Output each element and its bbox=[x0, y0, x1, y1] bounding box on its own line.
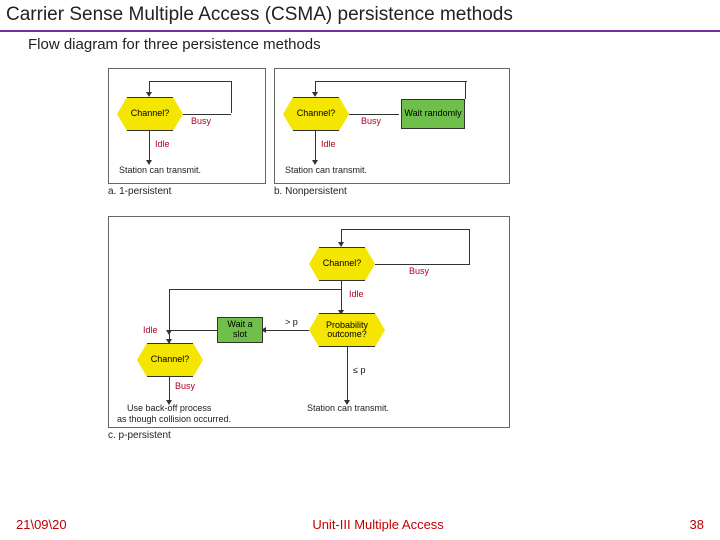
hex-channel-b: Channel? bbox=[283, 97, 349, 131]
label-transmit-b: Station can transmit. bbox=[285, 165, 367, 175]
slide-title: Carrier Sense Multiple Access (CSMA) per… bbox=[0, 0, 720, 32]
hex-label: Probability outcome? bbox=[309, 313, 385, 347]
wait-slot-box: Wait a slot bbox=[217, 317, 263, 343]
label-transmit-a: Station can transmit. bbox=[119, 165, 201, 175]
hex-label: Channel? bbox=[283, 97, 349, 131]
box-1-persistent: Channel? Busy Idle Station can transmit. bbox=[108, 68, 266, 184]
slide-footer: 21\09\20 Unit-III Multiple Access 38 bbox=[0, 517, 720, 532]
hex-channel-a: Channel? bbox=[117, 97, 183, 131]
hex-label: Channel? bbox=[309, 247, 375, 281]
label-lep: ≤ p bbox=[353, 365, 365, 375]
label-idle-a: Idle bbox=[155, 139, 170, 149]
label-idle-b: Idle bbox=[321, 139, 336, 149]
label-backoff2: as though collision occurred. bbox=[117, 414, 231, 424]
box-p-persistent: Channel? Busy Idle Probability outcome? … bbox=[108, 216, 510, 428]
caption-a: a. 1-persistent bbox=[108, 186, 171, 197]
label-busy-a: Busy bbox=[191, 116, 211, 126]
label-busy-c2: Busy bbox=[175, 381, 195, 391]
footer-date: 21\09\20 bbox=[16, 517, 67, 532]
hex-label: Channel? bbox=[117, 97, 183, 131]
caption-b: b. Nonpersistent bbox=[274, 186, 347, 197]
label-idle-c2: Idle bbox=[143, 325, 158, 335]
hex-probability: Probability outcome? bbox=[309, 313, 385, 347]
label-busy-b: Busy bbox=[361, 116, 381, 126]
hex-channel-c1: Channel? bbox=[309, 247, 375, 281]
label-busy-c1: Busy bbox=[409, 266, 429, 276]
box-nonpersistent: Channel? Busy Wait randomly Idle Station… bbox=[274, 68, 510, 184]
label-idle-c1: Idle bbox=[349, 289, 364, 299]
wait-random-box: Wait randomly bbox=[401, 99, 465, 129]
footer-unit: Unit-III Multiple Access bbox=[312, 517, 444, 532]
label-gtp: > p bbox=[285, 317, 298, 327]
footer-page: 38 bbox=[690, 517, 704, 532]
caption-c: c. p-persistent bbox=[108, 430, 171, 441]
label-backoff1: Use back-off process bbox=[127, 403, 211, 413]
label-transmit-c: Station can transmit. bbox=[307, 403, 389, 413]
hex-channel-c2: Channel? bbox=[137, 343, 203, 377]
slide-subtitle: Flow diagram for three persistence metho… bbox=[0, 32, 720, 53]
hex-label: Channel? bbox=[137, 343, 203, 377]
